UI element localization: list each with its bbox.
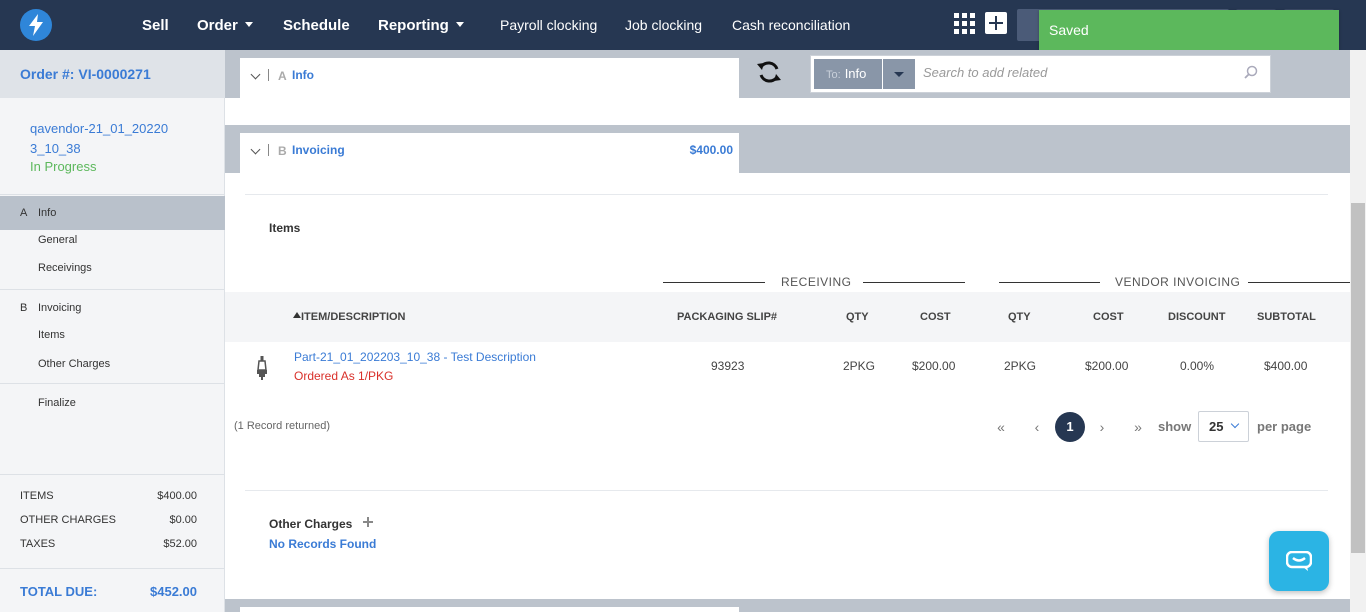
related-search-input[interactable] [923,65,1243,80]
nav-schedule[interactable]: Schedule [283,0,350,50]
nav-job-clocking[interactable]: Job clocking [625,0,702,50]
scrollbar-thumb[interactable] [1351,203,1365,553]
vendor-link[interactable]: qavendor-21_01_20220 3_10_38 [30,119,180,159]
records-count: (1 Record returned) [234,420,330,432]
item-part-link[interactable]: Part-21_01_202203_10_38 - Test Descripti… [294,350,536,364]
show-label: show [1158,419,1192,434]
pager-next[interactable]: › [1092,412,1112,442]
per-page-label: per page [1257,419,1312,434]
section-finalize-tab[interactable] [240,607,739,612]
add-other-charge-icon[interactable] [362,516,374,528]
items-title: Items [269,221,301,235]
column-header-recv-cost[interactable]: COST [920,311,951,323]
column-header-inv-cost[interactable]: COST [1093,311,1124,323]
sidebar-section-invoicing[interactable]: B Invoicing [0,291,225,325]
sidebar-section-info[interactable]: A Info [0,196,225,230]
section-invoicing-tab[interactable]: B Invoicing $400.00 [240,133,739,173]
saved-toast: Saved [1039,10,1339,50]
section-info-tab[interactable]: A Info [240,58,739,98]
divider [245,490,1328,491]
vendor-invoicing-group-label: VENDOR INVOICING [1115,275,1241,289]
nav-reporting[interactable]: Reporting [378,0,464,50]
per-page-select[interactable]: 25 [1198,411,1249,442]
column-header-subtotal[interactable]: SUBTOTAL [1257,311,1316,323]
column-header-discount[interactable]: DISCOUNT [1168,311,1225,323]
divider [0,289,225,290]
column-header-item-description[interactable]: ITEM/DESCRIPTION [293,311,406,323]
chat-bubble-icon [1286,551,1312,571]
order-number[interactable]: Order #: VI-0000271 [0,50,225,98]
chevron-down-icon[interactable] [250,144,261,155]
related-to-button[interactable]: To: Info [814,59,882,89]
order-status: In Progress [30,159,97,174]
spark-plug-icon [257,356,267,380]
nav-payroll-clocking[interactable]: Payroll clocking [500,0,597,50]
total-taxes: TAXES $52.00 [20,538,197,550]
add-plus-icon[interactable] [985,12,1007,34]
total-other-charges: OTHER CHARGES $0.00 [20,514,197,526]
packaging-slip-value: 93923 [711,359,745,373]
items-table-header: ITEM/DESCRIPTION PACKAGING SLIP# QTY COS… [225,292,1350,342]
inv-qty-value: 2PKG [1004,359,1037,373]
sidebar-item-other-charges[interactable]: Other Charges [38,358,110,370]
nav-cash-reconciliation[interactable]: Cash reconciliation [732,0,850,50]
apps-grid-icon[interactable] [954,13,975,34]
no-records-message: No Records Found [269,537,377,551]
search-icon[interactable] [1244,65,1258,79]
inv-cost-value: $200.00 [1085,359,1129,373]
divider [245,194,1328,195]
pager-last[interactable]: » [1128,412,1148,442]
nav-order[interactable]: Order [197,0,253,50]
chevron-down-icon [244,22,253,27]
column-header-inv-qty[interactable]: QTY [1008,311,1031,323]
related-search-box: To: Info [810,55,1271,93]
discount-value: 0.00% [1180,359,1215,373]
order-sidebar: Order #: VI-0000271 qavendor-21_01_20220… [0,50,225,612]
total-items: ITEMS $400.00 [20,490,197,502]
other-charges-title: Other Charges [269,517,353,531]
sidebar-item-receivings[interactable]: Receivings [38,262,92,274]
sidebar-section-finalize[interactable]: Finalize [0,386,225,420]
column-header-packaging-slip[interactable]: PACKAGING SLIP# [677,311,777,323]
recv-cost-value: $200.00 [912,359,956,373]
sidebar-item-items[interactable]: Items [38,329,65,341]
chevron-down-icon[interactable] [250,69,261,80]
chevron-down-icon [1230,419,1240,429]
chat-button[interactable] [1269,531,1329,591]
total-due: TOTAL DUE: $452.00 [20,584,197,599]
chevron-down-icon [455,22,464,27]
pager-current-page[interactable]: 1 [1055,412,1085,442]
item-ordered-as: Ordered As 1/PKG [294,369,394,383]
divider [0,568,225,569]
divider [0,194,225,195]
refresh-icon[interactable] [755,58,783,86]
receiving-group-label: RECEIVING [781,275,852,289]
recv-qty-value: 2PKG [843,359,876,373]
sort-asc-icon [293,312,301,318]
nav-sell[interactable]: Sell [142,0,169,50]
divider [0,474,225,475]
related-to-dropdown[interactable] [883,59,915,89]
pager-first[interactable]: « [991,412,1011,442]
main-content: A Info To:Info B Invoicing $400.00 Items… [225,50,1350,612]
subtotal-value: $400.00 [1264,359,1308,373]
sidebar-item-general[interactable]: General [38,234,77,246]
logo-bolt-icon[interactable] [20,9,52,41]
column-header-recv-qty[interactable]: QTY [846,311,869,323]
divider [0,383,225,384]
pager-prev[interactable]: ‹ [1027,412,1047,442]
